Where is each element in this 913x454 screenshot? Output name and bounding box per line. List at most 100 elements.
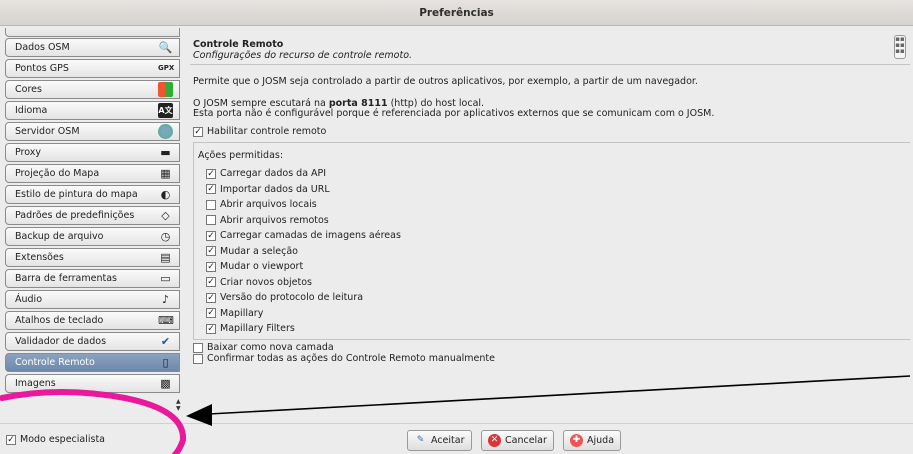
checkbox-box[interactable]: ✓ <box>206 277 216 287</box>
action-label: Mudar a seleção <box>220 245 298 257</box>
checkbox-box[interactable]: ✓ <box>6 434 16 445</box>
projection-icon: ▦ <box>160 167 171 180</box>
action-label: Mapillary <box>220 307 264 319</box>
sidebar-item[interactable]: Barra de ferramentas ▭ <box>5 269 180 288</box>
colors-icon <box>158 82 173 97</box>
checkbox-box[interactable]: ✓ <box>206 261 216 272</box>
clock-icon: ◷ <box>160 230 171 243</box>
actions-title: Ações permitidas: <box>198 150 284 161</box>
sidebar-item[interactable]: Atalhos de teclado ⌨ <box>5 311 180 330</box>
ok-icon: ✎ <box>416 435 425 445</box>
action-checkbox[interactable]: ✓ Mudar a seleção <box>206 246 298 257</box>
preset-icon: ◇ <box>161 209 170 222</box>
sidebar-item-label: Áudio <box>15 294 43 305</box>
page-subtitle: Configurações do recurso de controle rem… <box>193 50 413 61</box>
language-icon: A文 <box>158 103 173 118</box>
sidebar-item[interactable]: Cores <box>5 80 180 99</box>
sidebar-item[interactable]: Estilo de pintura do mapa ◐ <box>5 185 180 204</box>
action-label: Carregar camadas de imagens aéreas <box>220 230 401 241</box>
expert-mode-checkbox[interactable]: ✓ Modo especialista <box>6 434 105 445</box>
sidebar-item-label: Backup de arquivo <box>15 231 104 242</box>
sidebar-item[interactable]: Padrões de predefinições ◇ <box>5 206 180 225</box>
action-label: Importar dados da URL <box>220 183 330 195</box>
port-note-text: Esta porta não é configurável porque é r… <box>193 108 715 119</box>
sidebar-item[interactable]: Backup de arquivo ◷ <box>5 227 180 246</box>
toolbar-icon: ▭ <box>160 272 171 285</box>
window-title: Preferências <box>0 0 913 26</box>
checkbox-box[interactable] <box>193 353 203 364</box>
checkbox-box[interactable]: ✓ <box>206 184 216 194</box>
action-checkbox[interactable]: ✓ Criar novos objetos <box>206 277 312 288</box>
plugin-icon: ▤ <box>160 251 171 264</box>
remote-control-icon: ▪▪ ▪▪ ▪▪ <box>894 35 906 59</box>
confirm-all-checkbox[interactable]: Confirmar todas as ações do Controle Rem… <box>193 353 495 364</box>
audio-icon: ♪ <box>161 293 170 306</box>
sidebar-item-label: Padrões de predefinições <box>15 210 135 221</box>
action-checkbox[interactable]: ✓ Carregar dados da API <box>206 168 326 179</box>
action-label: Carregar dados da API <box>220 168 327 179</box>
action-checkbox[interactable]: ✓ Mapillary <box>206 308 263 319</box>
new-layer-checkbox[interactable]: Baixar como nova camada <box>193 342 334 353</box>
sidebar-item[interactable]: Extensões ▤ <box>5 248 180 267</box>
sidebar-item[interactable]: Servidor OSM <box>5 122 180 141</box>
action-checkbox[interactable]: ✓ Mapillary Filters <box>206 323 295 334</box>
action-label: Mudar o viewport <box>220 261 304 272</box>
ok-button[interactable]: ✎ Aceitar <box>407 430 472 451</box>
sidebar-item-label: Barra de ferramentas <box>15 273 117 284</box>
page-title: Controle Remoto <box>193 39 284 50</box>
checkmark-icon: ✔ <box>160 335 171 348</box>
sidebar-item-label: Validador de dados <box>15 336 107 347</box>
action-label: Abrir arquivos remotos <box>220 214 329 226</box>
sidebar-item[interactable]: Imagens ▩ <box>5 374 180 393</box>
sidebar-item-label: Atalhos de teclado <box>15 315 104 326</box>
cancel-icon: ✕ <box>488 434 501 447</box>
sidebar-item-label: Idioma <box>15 105 48 116</box>
footer-divider <box>0 423 913 424</box>
cancel-button[interactable]: ✕ Cancelar <box>481 430 554 451</box>
gpx-icon: GPX <box>158 64 175 72</box>
sidebar-item[interactable]: Áudio ♪ <box>5 290 180 309</box>
sidebar-item[interactable]: Dados OSM 🔍 <box>5 38 180 57</box>
sidebar-item-label: Projeção do Mapa <box>15 168 100 179</box>
checkbox-box[interactable]: ✓ <box>206 168 216 179</box>
paint-style-icon: ◐ <box>160 188 171 201</box>
sidebar-item[interactable]: Projeção do Mapa ▦ <box>5 164 180 183</box>
checkbox-box[interactable]: ✓ <box>206 246 216 256</box>
help-icon: ✚ <box>570 434 583 447</box>
action-checkbox[interactable]: ✓ Importar dados da URL <box>206 184 330 195</box>
action-checkbox[interactable]: Abrir arquivos locais <box>206 199 317 210</box>
sidebar-item-label: Proxy <box>15 147 42 158</box>
sidebar-item-label: Controle Remoto <box>15 357 95 368</box>
action-checkbox[interactable]: ✓ Mudar o viewport <box>206 261 303 272</box>
help-button[interactable]: ✚ Ajuda <box>563 430 622 451</box>
sidebar-item-label: Servidor OSM <box>15 126 80 137</box>
checkbox-box[interactable] <box>206 199 216 210</box>
sidebar-scroll-arrows[interactable]: ▲ ▼ <box>176 398 181 412</box>
action-checkbox[interactable]: Abrir arquivos remotos <box>206 215 329 226</box>
action-label: Mapillary Filters <box>220 323 295 334</box>
search-icon: 🔍 <box>158 41 173 54</box>
enable-remote-control-checkbox[interactable]: ✓ Habilitar controle remoto <box>193 126 326 137</box>
checkbox-box[interactable]: ✓ <box>193 126 203 137</box>
action-label: Abrir arquivos locais <box>220 199 317 210</box>
sidebar-item-label: Estilo de pintura do mapa <box>15 189 138 200</box>
checkbox-box[interactable] <box>206 215 216 225</box>
action-checkbox[interactable]: ✓ Carregar camadas de imagens aéreas <box>206 230 401 241</box>
sidebar-item[interactable]: Idioma A文 <box>5 101 180 120</box>
checkbox-box[interactable] <box>193 342 203 353</box>
remote-icon: ▯ <box>162 356 169 369</box>
action-checkbox[interactable]: ✓ Versão do protocolo de leitura <box>206 292 363 303</box>
checkbox-box[interactable]: ✓ <box>206 292 216 303</box>
sidebar-item-top-partial[interactable] <box>5 28 180 37</box>
keyboard-icon: ⌨ <box>158 314 174 327</box>
checkbox-box[interactable]: ✓ <box>206 323 216 334</box>
checkbox-box[interactable]: ✓ <box>206 230 216 241</box>
sidebar-item-label: Extensões <box>15 252 64 263</box>
sidebar-item[interactable]: Proxy ▬ <box>5 143 180 162</box>
checkbox-box[interactable]: ✓ <box>206 308 216 318</box>
globe-icon <box>158 124 173 139</box>
sidebar-item[interactable]: Pontos GPS GPX <box>5 59 180 78</box>
sidebar-item[interactable]: Controle Remoto ▯ <box>5 353 180 372</box>
sidebar-item[interactable]: Validador de dados ✔ <box>5 332 180 351</box>
proxy-icon: ▬ <box>160 146 171 159</box>
